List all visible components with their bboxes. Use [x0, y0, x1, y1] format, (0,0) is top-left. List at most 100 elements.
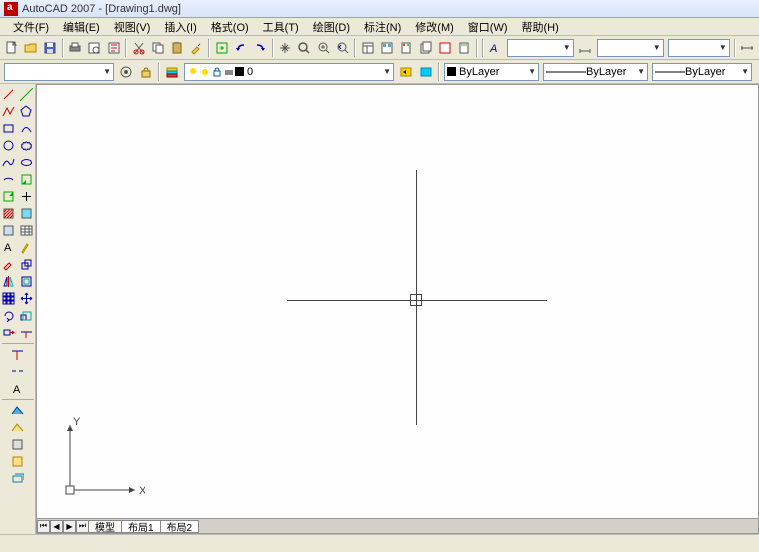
view-tool-4[interactable] [10, 453, 26, 469]
design-center-button[interactable] [379, 39, 396, 57]
stretch-button[interactable] [1, 324, 17, 340]
menu-dimension[interactable]: 标注(N) [357, 18, 408, 36]
copy-obj-button[interactable] [19, 256, 35, 272]
workspace-settings-button[interactable] [117, 63, 135, 81]
rotate-button[interactable] [1, 307, 17, 323]
copy-button[interactable] [149, 39, 166, 57]
sheet-set-button[interactable] [417, 39, 434, 57]
point-button[interactable] [19, 188, 35, 204]
mtext-big-button[interactable]: A [10, 380, 26, 396]
view-tool-2[interactable] [10, 419, 26, 435]
hatch-button[interactable] [1, 205, 17, 221]
tab-layout1[interactable]: 布局1 [121, 520, 161, 533]
layer-combo[interactable]: 0 ▼ [184, 63, 394, 81]
lineweight-combo[interactable]: ByLayer ▼ [652, 63, 752, 81]
ellipse-arc-button[interactable] [1, 171, 17, 187]
layer-previous-button[interactable] [397, 63, 415, 81]
rectangle-button[interactable] [1, 120, 17, 136]
erase-button[interactable] [1, 256, 17, 272]
view-tool-5[interactable] [10, 470, 26, 486]
sun-icon [199, 66, 211, 78]
linetype-preview-icon [546, 67, 586, 77]
mtext-button[interactable]: A [1, 239, 17, 255]
pan-button[interactable] [277, 39, 294, 57]
tab-layout2[interactable]: 布局2 [160, 520, 200, 533]
zoom-realtime-button[interactable] [296, 39, 313, 57]
block-editor-button[interactable] [213, 39, 230, 57]
redo-button[interactable] [251, 39, 268, 57]
tab-prev-button[interactable]: ◀ [50, 520, 63, 533]
mirror-button[interactable] [1, 273, 17, 289]
menu-draw[interactable]: 绘图(D) [306, 18, 357, 36]
zoom-previous-button[interactable] [334, 39, 351, 57]
current-layer-name: 0 [247, 66, 253, 78]
view-tool-3[interactable] [10, 436, 26, 452]
menu-help[interactable]: 帮助(H) [515, 18, 566, 36]
dimstyle-combo[interactable]: ▼ [597, 39, 664, 57]
insert-block-button[interactable] [19, 171, 35, 187]
polygon-button[interactable] [19, 103, 35, 119]
cut-button[interactable] [130, 39, 147, 57]
tab-model[interactable]: 模型 [88, 520, 122, 533]
move-button[interactable] [19, 290, 35, 306]
menu-window[interactable]: 窗口(W) [461, 18, 515, 36]
zoom-window-button[interactable] [315, 39, 332, 57]
break-button[interactable] [10, 363, 26, 379]
publish-button[interactable] [105, 39, 122, 57]
svg-text:A: A [13, 384, 21, 395]
line-button[interactable] [1, 86, 17, 102]
textstyle-combo[interactable]: ▼ [507, 39, 574, 57]
match-props-button[interactable] [188, 39, 205, 57]
tab-first-button[interactable]: ⏮ [37, 520, 50, 533]
text-style-button[interactable]: A [487, 39, 504, 57]
view-tool-1[interactable] [10, 402, 26, 418]
revcloud-button[interactable] [19, 137, 35, 153]
gradient-button[interactable] [19, 205, 35, 221]
quickcalc-button[interactable] [455, 39, 472, 57]
xline-button[interactable] [19, 86, 35, 102]
properties-button[interactable] [359, 39, 376, 57]
spline-button[interactable] [1, 154, 17, 170]
open-button[interactable] [22, 39, 39, 57]
ellipse-button[interactable] [19, 154, 35, 170]
print-button[interactable] [67, 39, 84, 57]
menu-view[interactable]: 视图(V) [107, 18, 158, 36]
offset-button[interactable] [19, 273, 35, 289]
drawing-canvas[interactable]: X Y ⏮ ◀ ▶ ⏭ 模型 布局1 布局2 [36, 84, 759, 534]
modify1-button[interactable] [19, 239, 35, 255]
layer-properties-button[interactable] [163, 63, 181, 81]
make-block-button[interactable] [1, 188, 17, 204]
linetype-combo[interactable]: ByLayer ▼ [543, 63, 648, 81]
menu-format[interactable]: 格式(O) [204, 18, 256, 36]
region-button[interactable] [1, 222, 17, 238]
paste-button[interactable] [169, 39, 186, 57]
polyline-button[interactable] [1, 103, 17, 119]
arc-button[interactable] [19, 120, 35, 136]
workspace-lock-button[interactable] [137, 63, 155, 81]
circle-button[interactable] [1, 137, 17, 153]
print-preview-button[interactable] [86, 39, 103, 57]
layer-states-button[interactable] [417, 63, 435, 81]
array-button[interactable] [1, 290, 17, 306]
table-button[interactable] [19, 222, 35, 238]
save-button[interactable] [41, 39, 58, 57]
new-button[interactable] [3, 39, 20, 57]
ucs-icon: X Y [55, 415, 145, 505]
distance-button[interactable] [739, 39, 756, 57]
scale-button[interactable] [19, 307, 35, 323]
menu-insert[interactable]: 插入(I) [157, 18, 203, 36]
workspace-combo[interactable]: ▼ [4, 63, 114, 81]
trim-button[interactable] [19, 324, 35, 340]
undo-button[interactable] [232, 39, 249, 57]
menu-file[interactable]: 文件(F) [6, 18, 56, 36]
tool-palettes-button[interactable] [398, 39, 415, 57]
menu-modify[interactable]: 修改(M) [408, 18, 461, 36]
markup-button[interactable] [436, 39, 453, 57]
tab-next-button[interactable]: ▶ [63, 520, 76, 533]
color-combo[interactable]: ByLayer ▼ [444, 63, 539, 81]
menu-tools[interactable]: 工具(T) [256, 18, 306, 36]
extend-button[interactable] [10, 346, 26, 362]
menu-edit[interactable]: 编辑(E) [56, 18, 107, 36]
tablestyle-combo[interactable]: ▼ [668, 39, 730, 57]
dim-style-button[interactable] [577, 39, 594, 57]
